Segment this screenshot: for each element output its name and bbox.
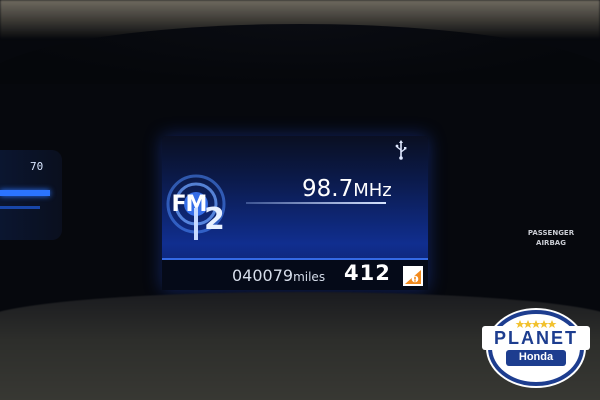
airbag-line1: PASSENGER — [527, 229, 575, 237]
passenger-airbag-indicator: PASSENGER AIRBAG — [520, 228, 582, 248]
airbag-line2: AIRBAG — [536, 239, 566, 247]
odometer-value: 040079 — [232, 266, 294, 285]
dashboard-photo: 70 FM 2 98.7MHz 040079miles 412 PASSENGE… — [0, 0, 600, 400]
left-gauge-reading: 70 — [30, 160, 44, 173]
preset-number: 2 — [204, 202, 225, 237]
frequency-unit: MHz — [353, 180, 392, 201]
left-gauge-bar — [0, 190, 50, 196]
maintenance-warning-icon — [403, 266, 423, 286]
frequency-value: 98.7 — [302, 176, 354, 202]
trip-value: 412 — [344, 261, 391, 285]
logo-brand: Honda — [518, 351, 554, 363]
left-gauge-bar-secondary — [0, 206, 40, 209]
usb-icon — [395, 140, 407, 160]
planet-honda-logo: PLANET Honda — [480, 306, 592, 390]
audio-display-screen: FM 2 98.7MHz 040079miles 412 — [162, 136, 428, 290]
frequency-readout: 98.7MHz — [302, 176, 392, 202]
odometer: 040079miles — [232, 266, 325, 285]
logo-word: PLANET — [494, 328, 578, 348]
odometer-unit: miles — [293, 270, 326, 284]
status-bar: 040079miles 412 — [162, 260, 428, 290]
frequency-underline — [246, 202, 386, 204]
left-gauge: 70 — [0, 150, 62, 240]
